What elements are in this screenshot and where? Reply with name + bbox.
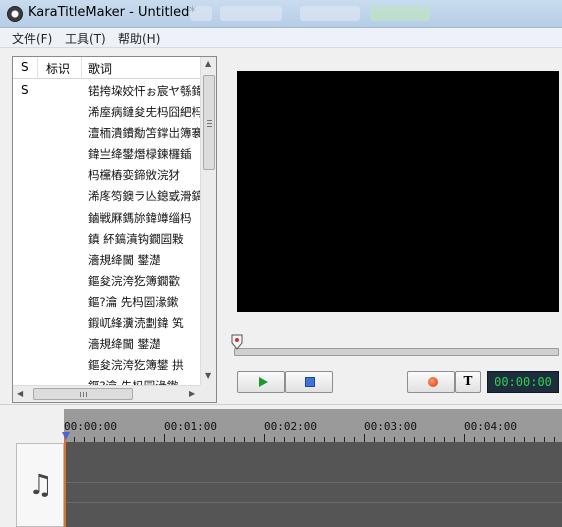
background-tab	[190, 6, 212, 21]
row-lyric-cell: 濇規绛閫 鐢濋	[88, 337, 161, 352]
scroll-corner	[200, 385, 216, 402]
playhead[interactable]	[64, 432, 66, 527]
lyrics-rows: S 锘挎垜姣忓ぉ宸ヤ綔鍏 浠庢病鏈夋兂杩囧紦杩 澶栭潰鐨勪笘鐣岀簿褰 鍏亗绛鐢熸椂鍊欏鍤…	[13, 81, 201, 385]
row-lyric-cell: 鍏亗绛鐢熸椂鍊欏鍤	[88, 147, 192, 162]
row-lyric-cell: 浠庝笉鐭ラ亾鎴戜滑鎬	[88, 189, 201, 204]
playhead-marker-icon[interactable]	[62, 432, 70, 440]
row-lyric-cell: 鏂夋浣洿犵簿鐗歡	[88, 273, 180, 288]
record-icon	[428, 377, 438, 387]
list-item[interactable]: 鏂?瀹 先杩囩湪鏉	[13, 376, 201, 385]
list-item[interactable]: 鍜屼綘瀵涜劃鍏 笂	[13, 313, 201, 334]
column-header-s[interactable]: S	[21, 60, 29, 74]
ruler-label: 00:03:00	[364, 420, 417, 433]
column-header-tag[interactable]: 标识	[46, 60, 70, 77]
column-header-lyrics[interactable]: 歌词	[88, 60, 112, 77]
row-lyric-cell: 鏂?瀹 先杩囩湪鏉	[88, 378, 178, 385]
ruler-label: 00:00:00	[64, 420, 117, 433]
stop-icon	[305, 377, 315, 387]
video-preview	[237, 71, 559, 312]
row-lyric-cell: 鎮 紑鎬濆钩鐗囩敤	[88, 231, 184, 246]
ruler-label: 00:02:00	[264, 420, 317, 433]
panel-separator[interactable]	[0, 404, 562, 408]
app-logo-icon	[7, 6, 23, 22]
list-item[interactable]: 澶栭潰鐨勪笘鐣岀簿褰	[13, 123, 201, 144]
scroll-left-icon[interactable]: ◀	[17, 389, 23, 398]
list-header: S 标识 歌词	[13, 57, 201, 79]
list-item[interactable]: 鏂夋浣洿犵簿鐢 拱	[13, 355, 201, 376]
background-tab	[300, 6, 360, 21]
background-tab	[370, 6, 430, 21]
row-lyric-cell: 锘挎垜姣忓ぉ宸ヤ綔鍏	[88, 84, 201, 98]
horizontal-scrollbar[interactable]: ◀ ▶	[13, 385, 201, 402]
play-button[interactable]	[237, 371, 285, 393]
play-icon	[259, 377, 268, 387]
vertical-scroll-thumb[interactable]	[203, 75, 215, 170]
row-lyric-cell: 濇規绛閫 鐢濋	[88, 252, 161, 267]
list-item[interactable]: 鏂夋浣洿犵簿鐗歡	[13, 271, 201, 292]
menu-file[interactable]: 文件(F)	[12, 30, 52, 47]
list-item[interactable]: 濇規绛閫 鐢濋	[13, 334, 201, 355]
stop-button[interactable]	[285, 371, 333, 393]
ruler-label: 00:04:00	[464, 420, 517, 433]
ruler-label: 00:01:00	[164, 420, 217, 433]
seek-thumb[interactable]	[231, 334, 243, 350]
menu-tools[interactable]: 工具(T)	[65, 30, 106, 47]
row-lyric-cell: 鏂夋浣洿犵簿鐢 拱	[88, 358, 184, 373]
row-s-cell: S	[21, 83, 29, 97]
vertical-scrollbar[interactable]: ▲ ▼	[200, 57, 216, 385]
ruler-ticks	[64, 434, 555, 442]
list-item[interactable]: 鎮 紑鎬濆钩鐗囩敤	[13, 229, 201, 250]
list-item[interactable]: S 锘挎垜姣忓ぉ宸ヤ綔鍏	[13, 81, 201, 102]
row-lyric-cell: 鍜屼綘瀵涜劃鍏 笂	[88, 316, 184, 331]
list-item[interactable]: 鍏亗绛鐢熸椂鍊欏鍤	[13, 144, 201, 165]
row-lyric-cell: 鏀戦厤鎷旀鍏竴缁杩	[88, 210, 192, 225]
audio-track-area[interactable]	[64, 442, 562, 527]
background-tab	[220, 6, 282, 21]
row-lyric-cell: 澶栭潰鐨勪笘鐣岀簿褰	[88, 126, 201, 141]
music-note-icon: ♫	[28, 468, 54, 501]
window-title: KaraTitleMaker - Untitled*	[28, 5, 196, 20]
row-lyric-cell: 鏂?瀹 先杩囩湪鏉	[88, 294, 179, 309]
record-button[interactable]	[407, 371, 455, 393]
text-button[interactable]: T	[455, 371, 481, 393]
menu-bar: 文件(F) 工具(T) 帮助(H)	[0, 28, 562, 48]
seek-bar[interactable]	[234, 348, 559, 356]
scroll-right-icon[interactable]: ▶	[189, 389, 195, 398]
list-item[interactable]: 濇規绛閫 鐢濋	[13, 250, 201, 271]
menu-help[interactable]: 帮助(H)	[118, 30, 160, 47]
row-lyric-cell: 浠庢病鏈夋兂杩囧紦杩	[88, 105, 201, 120]
scroll-down-icon[interactable]: ▼	[205, 371, 211, 380]
list-item[interactable]: 浠庝笉鐭ラ亾鎴戜滑鎬	[13, 186, 201, 207]
row-lyric-cell: 杩欓樁娈鍗敓浣犲	[88, 168, 180, 183]
title-bar: KaraTitleMaker - Untitled*	[0, 0, 562, 28]
list-item[interactable]: 杩欓樁娈鍗敓浣犲	[13, 165, 201, 186]
list-item[interactable]: 鏀戦厤鎷旀鍏竴缁杩	[13, 208, 201, 229]
horizontal-scroll-thumb[interactable]	[33, 388, 133, 400]
scroll-up-icon[interactable]: ▲	[205, 59, 211, 68]
list-item[interactable]: 鏂?瀹 先杩囩湪鏉	[13, 292, 201, 313]
timeline-ruler[interactable]: 00:00:00 00:01:00 00:02:00 00:03:00 00:0…	[64, 409, 562, 442]
list-item[interactable]: 浠庢病鏈夋兂杩囧紦杩	[13, 102, 201, 123]
time-display: 00:00:00	[487, 371, 559, 393]
lyrics-list[interactable]: S 标识 歌词 S 锘挎垜姣忓ぉ宸ヤ綔鍏 浠庢病鏈夋兂杩囧紦杩 澶栭潰鐨勪笘鐣岀簿褰鍏…	[12, 56, 217, 403]
text-icon: T	[463, 374, 473, 388]
